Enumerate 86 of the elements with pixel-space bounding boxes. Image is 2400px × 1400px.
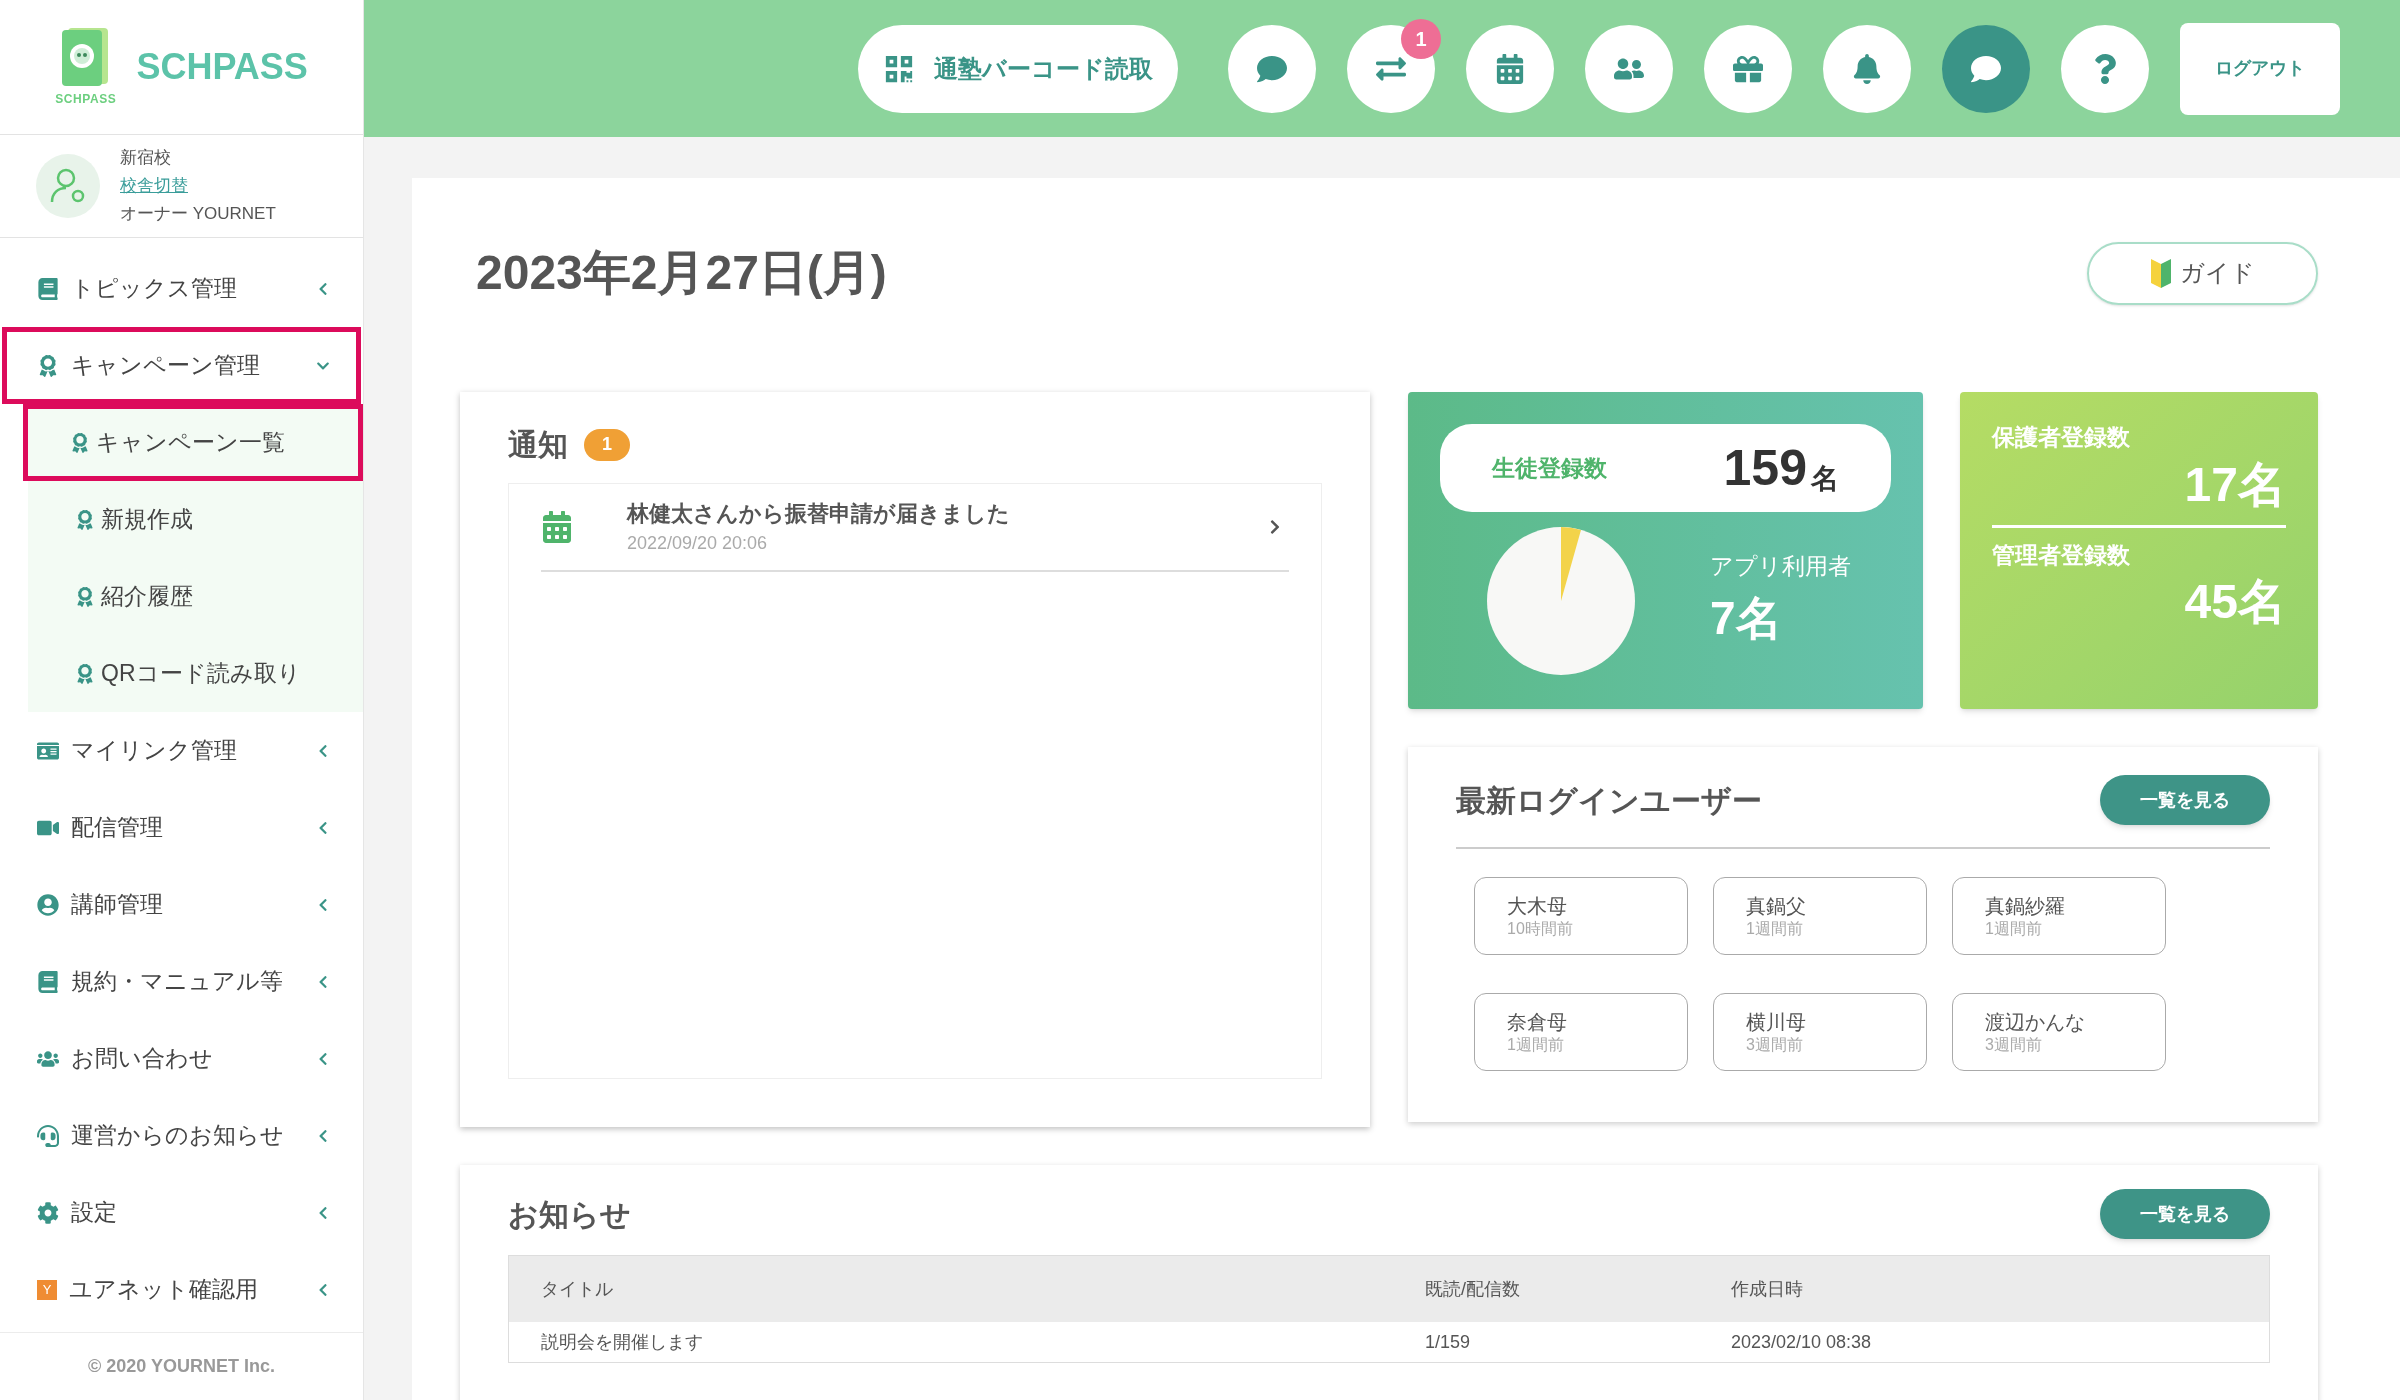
table-cell-text: 2023/02/10 08:38	[1731, 1330, 1873, 1354]
login-time: 3週間前	[1746, 1034, 1804, 1055]
submenu-item[interactable]: 紹介履歴	[28, 558, 363, 635]
stat-label: 管理者登録数	[1992, 540, 2131, 570]
headset-icon	[37, 1124, 59, 1147]
column-header: 作成日時	[1731, 1277, 1804, 1301]
column-header: タイトル	[541, 1277, 614, 1301]
letter-icon: Y	[37, 1279, 57, 1300]
sidebar-item[interactable]: お問い合わせ	[2, 1020, 361, 1097]
card-title: 通知	[508, 427, 568, 463]
user-chip[interactable]: 奈倉母 1週間前	[1474, 993, 1688, 1071]
stat-value: 45名	[2184, 574, 2286, 630]
stat-label: 生徒登録数	[1492, 453, 1607, 483]
copyright: © 2020 YOURNET Inc.	[88, 1355, 275, 1378]
login-time: 3週間前	[1985, 1034, 2043, 1055]
submenu-item[interactable]: QRコード読み取り	[28, 635, 363, 712]
table-cell-text: 説明会を開催します	[541, 1330, 704, 1354]
stat-value: 17名	[2184, 456, 2286, 513]
book-icon	[37, 277, 59, 300]
notification-badge: 1	[1401, 18, 1441, 59]
column-header: 既読/配信数	[1425, 1277, 1521, 1301]
ribbon-icon	[70, 432, 90, 453]
stat-label: 保護者登録数	[1992, 423, 2131, 452]
sidebar-item[interactable]: 規約・マニュアル等	[2, 943, 361, 1020]
user-name: 真鍋紗羅	[1985, 893, 2066, 919]
calendar-icon	[541, 511, 573, 543]
logout-button[interactable]: ログアウト	[2180, 22, 2340, 115]
book-icon	[37, 970, 59, 993]
user-name: 真鍋父	[1746, 893, 1807, 919]
ribbon-icon	[75, 586, 95, 607]
count-badge: 1	[584, 428, 630, 461]
bell-icon	[1852, 53, 1882, 84]
view-all-button[interactable]: 一覧を見る	[2100, 775, 2270, 825]
sidebar-item[interactable]: 講師管理	[2, 866, 361, 943]
sidebar-item[interactable]: キャンペーン管理	[2, 327, 361, 404]
school-name: 新宿校	[120, 147, 172, 169]
submenu-item[interactable]: 新規作成	[28, 481, 363, 558]
user-chip[interactable]: 大木母 10時間前	[1474, 877, 1688, 955]
qr-code-icon	[883, 53, 914, 84]
user-name: 渡辺かんな	[1985, 1009, 2086, 1035]
card-title: 最新ログインユーザー	[1456, 782, 1762, 819]
submenu-item[interactable]: キャンペーン一覧	[23, 404, 363, 481]
ribbon-icon	[75, 509, 95, 530]
stat-label: アプリ利用者	[1710, 552, 1851, 582]
sidebar-item[interactable]: マイリンク管理	[2, 712, 361, 789]
user-name: 大木母	[1507, 893, 1568, 919]
chat-bubble-icon	[1971, 53, 2001, 84]
notification-title: 林健太さんから振替申請が届きました	[627, 500, 1011, 528]
sidebar-item[interactable]: トピックス管理	[2, 250, 361, 327]
id-card-icon	[37, 739, 59, 762]
notification-date: 2022/09/20 20:06	[627, 532, 769, 555]
sidebar-item[interactable]: 運営からのお知らせ	[2, 1097, 361, 1174]
table-cell-text: 1/159	[1425, 1330, 1472, 1354]
sidebar-item[interactable]: 配信管理	[2, 789, 361, 866]
stat-unit: 名	[1811, 465, 1839, 493]
calendar-icon	[1495, 53, 1525, 84]
logo-caption: SCHPASS	[55, 91, 117, 108]
login-time: 1週間前	[1746, 918, 1804, 939]
beginner-mark-icon	[2150, 257, 2172, 289]
user-chip[interactable]: 渡辺かんな 3週間前	[1952, 993, 2166, 1071]
stat-value: 7名	[1710, 590, 1783, 646]
user-chip[interactable]: 横川母 3週間前	[1713, 993, 1927, 1071]
date-title: 2023年2月27日(月)	[476, 245, 887, 301]
chat-bubble-icon	[1257, 53, 1287, 84]
ribbon-icon	[37, 354, 59, 377]
user-name: オーナー YOURNET	[120, 203, 276, 225]
user-name: 横川母	[1746, 1009, 1807, 1035]
user-chip[interactable]: 真鍋紗羅 1週間前	[1952, 877, 2166, 955]
table-row[interactable]: 説明会を開催します 1/159 2023/02/10 08:38	[509, 1322, 2269, 1362]
notification-item[interactable]: 林健太さんから振替申請が届きました 2022/09/20 20:06	[541, 484, 1289, 572]
card-title: お知らせ	[508, 1196, 631, 1233]
user-chip[interactable]: 真鍋父 1週間前	[1713, 877, 1927, 955]
settings-icon	[37, 1201, 59, 1224]
ribbon-icon	[75, 663, 95, 684]
logo-text: SCHPASS	[136, 45, 308, 89]
user-name: 奈倉母	[1507, 1009, 1568, 1035]
login-time: 1週間前	[1985, 918, 2043, 939]
login-time: 1週間前	[1507, 1034, 1565, 1055]
sidebar-item[interactable]: Y ユアネット確認用	[2, 1251, 361, 1328]
view-all-button[interactable]: 一覧を見る	[2100, 1189, 2270, 1239]
sidebar-item[interactable]: 設定	[2, 1174, 361, 1251]
login-time: 10時間前	[1507, 918, 1574, 939]
guide-button[interactable]: ガイド	[2087, 241, 2318, 305]
stat-value: 159	[1723, 443, 1807, 493]
barcode-scan-button[interactable]: 通塾バーコード読取	[858, 24, 1178, 113]
gift-icon	[1733, 53, 1763, 84]
